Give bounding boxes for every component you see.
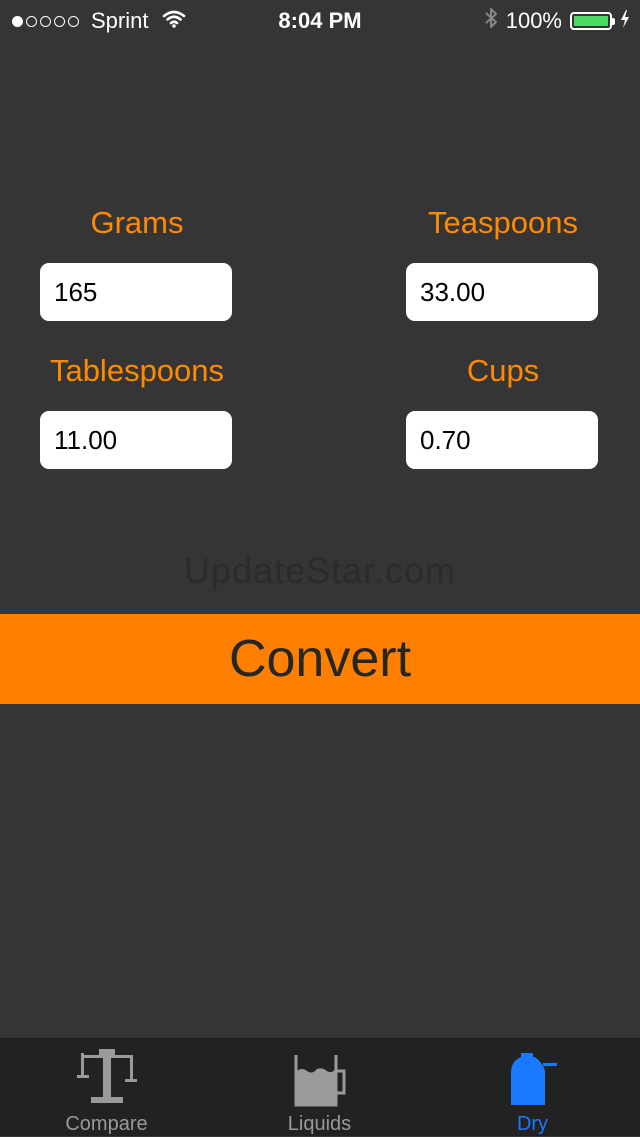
grams-input[interactable] <box>40 263 232 321</box>
teaspoons-input[interactable] <box>406 263 598 321</box>
bluetooth-icon <box>484 7 498 35</box>
tab-liquids[interactable]: Liquids <box>213 1039 426 1137</box>
teaspoons-label: Teaspoons <box>428 205 578 240</box>
tab-label: Dry <box>516 1113 549 1135</box>
balance-scale-icon <box>0 1049 213 1107</box>
status-bar: Sprint 8:04 PM 100% <box>0 0 640 40</box>
tab-bar: Compare Liquids Dry <box>0 1038 640 1136</box>
tab-label: Liquids <box>287 1113 352 1135</box>
cups-input[interactable] <box>406 411 598 469</box>
tab-label: Compare <box>65 1113 148 1135</box>
dry-container-icon <box>426 1049 639 1107</box>
battery-icon <box>570 12 615 30</box>
tab-dry[interactable]: Dry <box>426 1039 639 1137</box>
convert-button[interactable]: Convert <box>0 614 640 704</box>
battery-level <box>574 16 608 26</box>
liquid-container-icon <box>213 1049 426 1107</box>
charging-bolt-icon <box>620 8 630 34</box>
battery-percent: 100% <box>505 8 562 33</box>
tablespoons-input[interactable] <box>40 411 232 469</box>
grams-label: Grams <box>90 205 184 240</box>
tab-compare[interactable]: Compare <box>0 1039 213 1137</box>
watermark: UpdateStar.com <box>183 550 457 591</box>
tablespoons-label: Tablespoons <box>49 353 225 388</box>
cups-label: Cups <box>466 353 540 388</box>
status-right: 100% <box>484 7 630 35</box>
